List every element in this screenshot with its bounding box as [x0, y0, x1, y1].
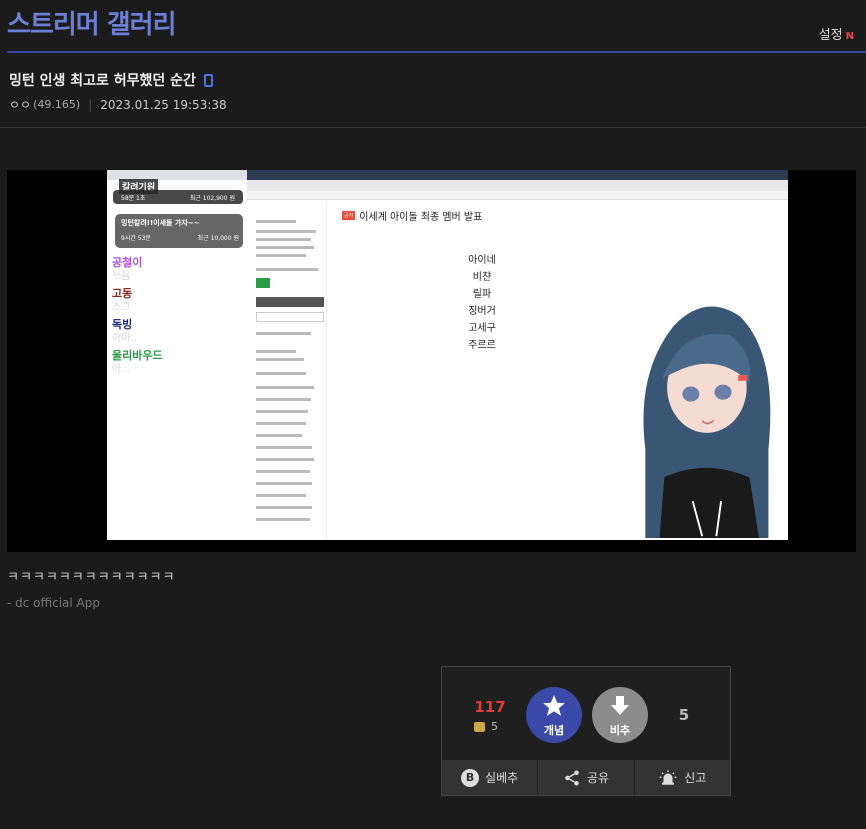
fixed-nick-icon	[474, 721, 485, 732]
member-name: 릴파	[472, 289, 492, 300]
widget-row: 58분 1초 최근 102,900 원	[113, 190, 243, 204]
report-label: 신고	[684, 771, 707, 785]
rank-sub: 아...	[112, 364, 131, 375]
side-line	[256, 494, 306, 497]
donation-info: 9시간 53분 최근 10,000 원	[121, 233, 239, 242]
rank-sub: 스그	[112, 302, 131, 313]
notice-badge: 공지	[342, 211, 356, 220]
donation-title: 밍턴칼려!!이세돌 가자~~	[121, 219, 200, 227]
report-button[interactable]: 신고	[635, 760, 730, 795]
share-button[interactable]: 공유	[538, 760, 635, 795]
vote-box: 117 5 개념 비추 5 B 실베추 공유 신고	[441, 666, 731, 796]
side-line	[256, 398, 311, 401]
post-date: 2023.01.25 19:53:38	[100, 97, 227, 112]
side-line	[256, 410, 308, 413]
meta-divider	[0, 127, 866, 128]
donation-box: 밍턴칼려!!이세돌 가자~~ 9시간 53분 최근 10,000 원	[115, 214, 243, 248]
member-list: 아이네 비챤 릴파 징버거 고세구 주르르	[427, 252, 537, 354]
arrow-down-icon	[611, 696, 629, 715]
side-outline-button	[256, 312, 324, 322]
side-line	[256, 268, 318, 271]
side-line	[256, 458, 314, 461]
upvote-count: 117	[474, 698, 506, 716]
star-icon	[543, 695, 565, 716]
member-name: 고세구	[468, 323, 496, 334]
vote-top: 117 5 개념 비추 5	[442, 667, 730, 760]
settings-label: 설정	[818, 28, 843, 43]
best-recommend-label: 실베추	[485, 771, 519, 785]
post-title-text: 밍턴 인생 최고로 허무했던 순간	[9, 73, 196, 89]
share-label: 공유	[586, 771, 610, 785]
rank-sub: 하아..	[112, 333, 137, 344]
side-green-banner	[256, 278, 270, 288]
downvote-button[interactable]: 비추	[592, 687, 648, 743]
article-title: 이세계 아이돌 최종 멤버 발표	[359, 212, 483, 223]
side-line	[256, 372, 306, 375]
fixed-nick-count: 5	[474, 720, 498, 733]
settings-link[interactable]: 설정 N	[819, 24, 854, 43]
side-line	[256, 350, 296, 353]
widget-row-right: 최근 102,900 원	[189, 194, 235, 202]
member-name: 비챤	[472, 272, 492, 283]
best-recommend-button[interactable]: B 실베추	[442, 760, 539, 795]
side-line	[256, 518, 310, 521]
share-icon	[565, 770, 579, 785]
new-badge: N	[845, 31, 854, 42]
post-body-text: ㅋㅋㅋㅋㅋㅋㅋㅋㅋㅋㅋㅋㅋ	[7, 570, 176, 585]
gallery-title[interactable]: 스트리머 갤러리	[7, 4, 176, 41]
meta-separator: |	[88, 97, 93, 112]
upvote-label: 개념	[543, 724, 565, 737]
side-line	[256, 358, 304, 361]
post-meta: ㅇㅇ (49.165) | 2023.01.25 19:53:38	[9, 96, 227, 113]
member-name: 주르르	[468, 340, 496, 351]
side-line	[256, 246, 314, 249]
header-divider	[7, 51, 866, 53]
side-line	[256, 332, 311, 335]
downvote-count: 5	[678, 706, 690, 724]
vtuber-avatar-icon	[643, 306, 771, 538]
side-line	[256, 434, 302, 437]
side-line	[256, 470, 310, 473]
side-line	[256, 230, 316, 233]
donation-left: 9시간 53분	[121, 235, 151, 242]
member-name: 아이네	[468, 255, 496, 266]
mobile-icon	[203, 73, 213, 87]
downvote-label: 비추	[609, 724, 631, 737]
side-line	[256, 446, 312, 449]
side-line	[256, 238, 311, 241]
overlay-panel: 칼려기원 58분 1초 최근 102,900 원 밍턴칼려!!이세돌 가자~~ 9…	[107, 170, 247, 540]
donation-right: 최근 10,000 원	[197, 235, 239, 242]
fixed-nick-value: 5	[491, 720, 498, 733]
rank-sub: 쓰음	[112, 271, 131, 282]
upvote-button[interactable]: 개념	[526, 687, 582, 743]
side-line	[256, 386, 314, 389]
vote-actions: B 실베추 공유 신고	[442, 760, 730, 795]
article-header: 공지 이세계 아이돌 최종 멤버 발표	[342, 208, 482, 223]
b-icon: B	[461, 768, 480, 787]
siren-icon	[660, 770, 677, 785]
side-line	[256, 220, 296, 223]
post-title: 밍턴 인생 최고로 허무했던 순간	[9, 70, 213, 90]
widget-row-left: 58분 1초	[121, 194, 146, 202]
member-name: 징버거	[468, 306, 496, 317]
side-line	[256, 422, 306, 425]
side-dark-button	[256, 297, 324, 307]
side-line	[256, 482, 312, 485]
app-signature: - dc official App	[7, 596, 100, 610]
post-image[interactable]: 공지 이세계 아이돌 최종 멤버 발표 아이네 비챤 릴파 징버거 고세구 주르…	[7, 170, 856, 552]
author-ip: (49.165)	[33, 98, 81, 111]
side-line	[256, 254, 306, 257]
cafe-sidebar	[252, 202, 327, 540]
side-line	[256, 506, 312, 509]
author-name[interactable]: ㅇㅇ	[9, 96, 31, 113]
